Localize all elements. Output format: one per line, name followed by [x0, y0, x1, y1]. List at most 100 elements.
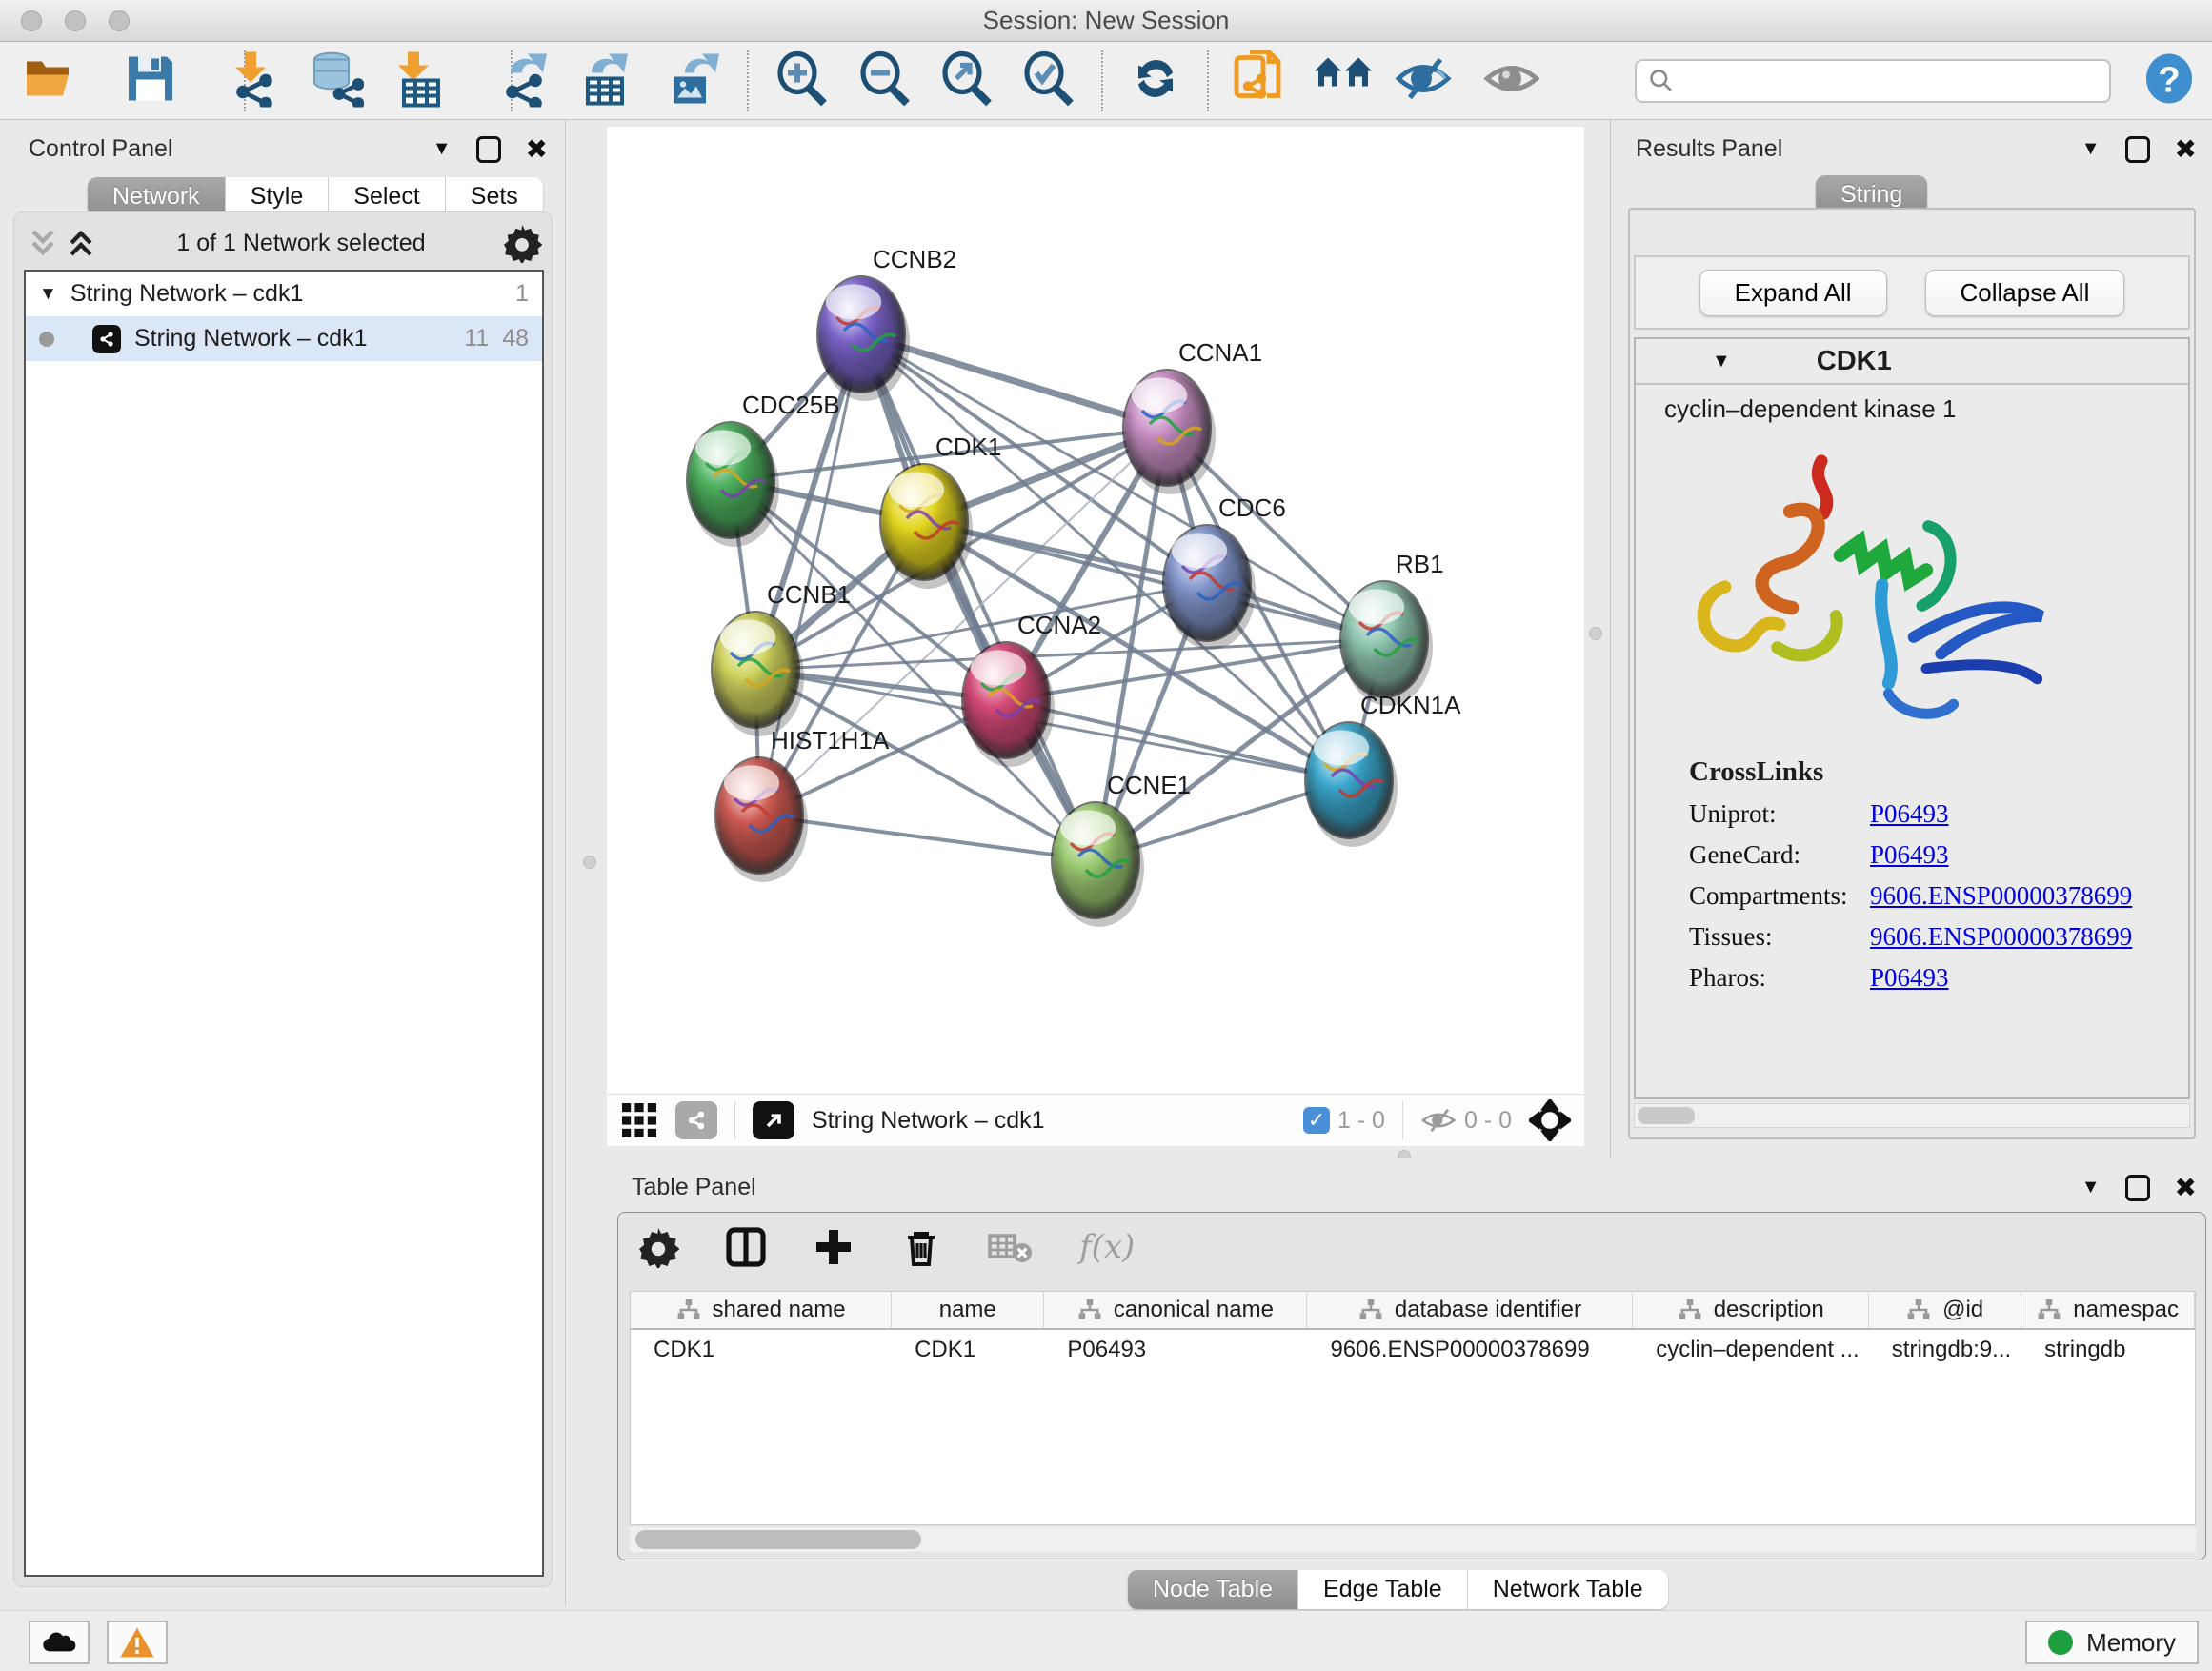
zoom-selected-icon[interactable]: [1021, 50, 1075, 112]
hide-eye-icon[interactable]: [1395, 56, 1452, 107]
zoom-fit-icon[interactable]: [939, 50, 993, 112]
window-controls[interactable]: [21, 10, 130, 31]
splitter-handle[interactable]: [1589, 627, 1602, 640]
collapse-all-icon[interactable]: [24, 226, 62, 260]
selected-checkbox-icon[interactable]: ✓: [1303, 1107, 1330, 1134]
edge-CCNA1-HIST1H1A[interactable]: [759, 428, 1167, 815]
table-cell[interactable]: stringdb: [2021, 1330, 2195, 1370]
tab-select[interactable]: Select: [329, 177, 445, 216]
table-cell[interactable]: stringdb:9...: [1869, 1330, 2021, 1370]
crosslink-link[interactable]: 9606.ENSP00000378699: [1870, 881, 2132, 911]
search-input[interactable]: [1675, 68, 2098, 94]
entry-collapse-icon[interactable]: ▼: [1712, 351, 1731, 372]
search-box[interactable]: [1635, 59, 2111, 103]
table-row[interactable]: CDK1CDK1P064939606.ENSP00000378699cyclin…: [631, 1330, 2195, 1370]
show-columns-icon[interactable]: [725, 1226, 767, 1268]
panel-menu-icon[interactable]: ▼: [2081, 1177, 2101, 1198]
splitter-handle[interactable]: [583, 856, 596, 869]
tab-edge-table[interactable]: Edge Table: [1298, 1570, 1468, 1609]
column-header-shared-name[interactable]: shared name: [631, 1292, 892, 1328]
export-table-icon[interactable]: [576, 50, 630, 112]
panel-menu-icon[interactable]: ▼: [2081, 138, 2101, 160]
table-cell[interactable]: P06493: [1044, 1330, 1307, 1370]
close-panel-icon[interactable]: ✖: [526, 133, 548, 165]
node-CDKN1A[interactable]: CDKN1A: [1304, 691, 1461, 847]
column-header-name[interactable]: name: [892, 1292, 1044, 1328]
add-column-icon[interactable]: [813, 1226, 855, 1268]
expand-all-button[interactable]: Expand All: [1699, 270, 1887, 316]
export-network-icon[interactable]: [495, 50, 549, 112]
node-RB1[interactable]: RB1: [1339, 550, 1444, 706]
delete-table-icon[interactable]: [988, 1228, 1034, 1266]
function-builder-icon[interactable]: f(x): [1079, 1228, 1135, 1266]
crosslink-link[interactable]: P06493: [1870, 963, 1949, 993]
node-CDK1[interactable]: CDK1: [879, 433, 1001, 589]
float-panel-icon[interactable]: [2125, 1175, 2150, 1201]
crosslink-link[interactable]: P06493: [1870, 840, 1949, 870]
maximize-window-button[interactable]: [109, 10, 130, 31]
warning-button[interactable]: [107, 1621, 168, 1664]
import-table-icon[interactable]: [389, 50, 442, 112]
table-settings-gear-icon[interactable]: [637, 1226, 679, 1268]
table-cell[interactable]: cyclin–dependent ...: [1633, 1330, 1869, 1370]
birdseye-icon[interactable]: [1529, 1099, 1571, 1141]
help-icon[interactable]: ?: [2144, 52, 2194, 111]
cloud-button[interactable]: [29, 1621, 90, 1664]
node-CCNA1[interactable]: CCNA1: [1122, 338, 1262, 494]
node-table[interactable]: shared namenamecanonical namedatabase id…: [630, 1291, 2196, 1525]
open-session-icon[interactable]: [23, 54, 78, 109]
scrollbar-thumb[interactable]: [635, 1530, 921, 1549]
node-CCNE1[interactable]: CCNE1: [1051, 771, 1191, 927]
minimize-window-button[interactable]: [65, 10, 86, 31]
expand-all-icon[interactable]: [62, 226, 100, 260]
import-network-icon[interactable]: [226, 50, 279, 112]
table-scrollbar[interactable]: [630, 1527, 2196, 1552]
home-pair-icon[interactable]: [1313, 54, 1374, 109]
tab-style[interactable]: Style: [226, 177, 330, 216]
tab-sets[interactable]: Sets: [446, 177, 543, 216]
tab-node-table[interactable]: Node Table: [1128, 1570, 1298, 1609]
close-window-button[interactable]: [21, 10, 42, 31]
close-panel-icon[interactable]: ✖: [2175, 133, 2197, 165]
float-panel-icon[interactable]: [476, 136, 501, 163]
table-cell[interactable]: CDK1: [892, 1330, 1044, 1370]
float-panel-icon[interactable]: [2125, 136, 2150, 163]
memory-button[interactable]: Memory: [2025, 1621, 2199, 1664]
panel-menu-icon[interactable]: ▼: [432, 138, 452, 160]
network-row-selected[interactable]: String Network – cdk1 11 48: [26, 316, 542, 361]
column-header-namespac[interactable]: namespac: [2021, 1292, 2195, 1328]
delete-column-icon[interactable]: [900, 1226, 942, 1268]
save-session-icon[interactable]: [125, 53, 176, 110]
collapse-triangle-icon[interactable]: ▼: [39, 284, 57, 305]
tab-network-table[interactable]: Network Table: [1468, 1570, 1668, 1609]
node-HIST1H1A[interactable]: HIST1H1A: [714, 726, 890, 882]
crosslink-link[interactable]: P06493: [1870, 799, 1949, 829]
column-header-database-identifier[interactable]: database identifier: [1307, 1292, 1633, 1328]
string-view-icon[interactable]: [675, 1101, 717, 1139]
results-scrollbar[interactable]: [1634, 1103, 2190, 1128]
string-network-graph[interactable]: CCNB2CCNA1CDC25BCDK1CDC6RB1CCNB1CCNA2CDK…: [607, 127, 1584, 1094]
close-panel-icon[interactable]: ✖: [2175, 1172, 2197, 1203]
import-database-icon[interactable]: [307, 50, 364, 112]
table-cell[interactable]: CDK1: [631, 1330, 892, 1370]
export-image-icon[interactable]: [666, 50, 719, 112]
grid-mode-icon[interactable]: [620, 1101, 658, 1139]
edge-HIST1H1A-CCNE1[interactable]: [759, 815, 1096, 860]
column-header-canonical-name[interactable]: canonical name: [1044, 1292, 1307, 1328]
show-eye-icon[interactable]: [1483, 56, 1540, 107]
column-header--id[interactable]: @id: [1869, 1292, 2021, 1328]
edge-CCNB2-CCNE1[interactable]: [861, 334, 1096, 860]
column-header-description[interactable]: description: [1633, 1292, 1869, 1328]
zoom-out-icon[interactable]: [857, 50, 911, 112]
refresh-layout-icon[interactable]: [1129, 52, 1182, 111]
table-cell[interactable]: 9606.ENSP00000378699: [1307, 1330, 1633, 1370]
gear-icon[interactable]: [502, 223, 542, 263]
copy-network-icon[interactable]: [1233, 50, 1286, 112]
collapse-all-button[interactable]: Collapse All: [1925, 270, 2125, 316]
network-collection-row[interactable]: ▼ String Network – cdk1 1: [26, 272, 542, 316]
edge-CCNA2-CDKN1A[interactable]: [1006, 700, 1349, 780]
open-in-window-icon[interactable]: [753, 1101, 794, 1139]
scrollbar-thumb[interactable]: [1638, 1107, 1695, 1124]
crosslink-link[interactable]: 9606.ENSP00000378699: [1870, 922, 2132, 952]
zoom-in-icon[interactable]: [774, 50, 828, 112]
